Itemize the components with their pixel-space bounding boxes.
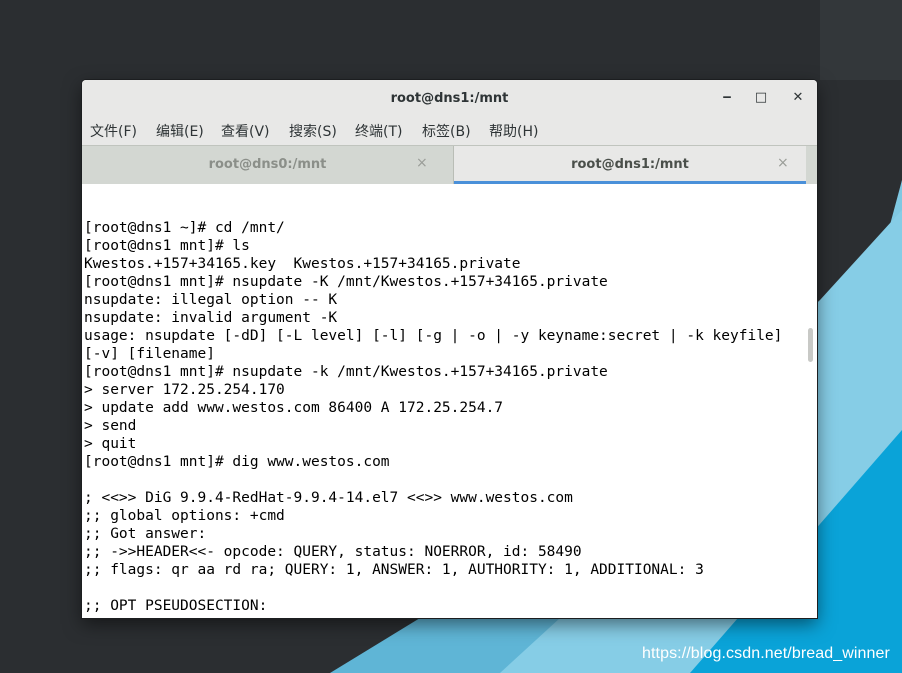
title-bar: root@dns1:/mnt ‒ □ ✕ [82, 80, 817, 118]
menu-terminal[interactable]: 终端(T) [355, 121, 402, 141]
tab-bar: root@dns0:/mnt × root@dns1:/mnt × [82, 145, 817, 185]
terminal-line: ;; flags: qr aa rd ra; QUERY: 1, ANSWER:… [84, 562, 704, 578]
tab-close-icon[interactable]: × [416, 155, 428, 171]
terminal-line: [root@dns1 mnt]# ls [84, 238, 250, 254]
terminal-line: > send [84, 418, 137, 434]
tab-close-icon[interactable]: × [777, 155, 789, 171]
terminal-window: root@dns1:/mnt ‒ □ ✕ 文件(F) 编辑(E) 查看(V) 搜… [82, 80, 817, 618]
terminal-output: [root@dns1 ~]# cd /mnt/ [root@dns1 mnt]#… [84, 219, 782, 615]
terminal-line: [root@dns1 mnt]# nsupdate -k /mnt/Kwesto… [84, 364, 608, 380]
menu-file[interactable]: 文件(F) [90, 121, 137, 141]
window-title: root@dns1:/mnt [390, 91, 509, 106]
menu-help[interactable]: 帮助(H) [489, 121, 538, 141]
tab-dns1[interactable]: root@dns1:/mnt × [453, 146, 806, 184]
terminal-line: nsupdate: invalid argument -K [84, 310, 338, 326]
terminal-line: [-v] [filename] [84, 346, 215, 362]
tab-label: root@dns1:/mnt [571, 157, 689, 172]
menu-tabs[interactable]: 标签(B) [422, 121, 471, 141]
terminal-line: Kwestos.+157+34165.key Kwestos.+157+3416… [84, 256, 521, 272]
menu-bar: 文件(F) 编辑(E) 查看(V) 搜索(S) 终端(T) 标签(B) 帮助(H… [82, 118, 817, 145]
terminal-line: ;; Got answer: [84, 526, 207, 542]
terminal-line: [root@dns1 mnt]# dig www.westos.com [84, 454, 390, 470]
tab-label: root@dns0:/mnt [208, 157, 327, 172]
scrollbar-thumb[interactable] [808, 328, 813, 362]
terminal-line: usage: nsupdate [-dD] [-L level] [-l] [-… [84, 328, 783, 344]
terminal-line: [root@dns1 mnt]# nsupdate -K /mnt/Kwesto… [84, 274, 608, 290]
terminal-line: [root@dns1 ~]# cd /mnt/ [84, 220, 285, 236]
terminal-line: ; <<>> DiG 9.9.4-RedHat-9.9.4-14.el7 <<>… [84, 490, 573, 506]
terminal-line: ;; global options: +cmd [84, 508, 285, 524]
terminal-line: > server 172.25.254.170 [84, 382, 285, 398]
menu-edit[interactable]: 编辑(E) [156, 121, 204, 141]
terminal-line: nsupdate: illegal option -- K [84, 292, 338, 308]
watermark-url: https://blog.csdn.net/bread_winner [641, 645, 890, 662]
menu-search[interactable]: 搜索(S) [289, 121, 337, 141]
terminal-area[interactable]: [root@dns1 ~]# cd /mnt/ [root@dns1 mnt]#… [82, 184, 817, 618]
terminal-line: > quit [84, 436, 137, 452]
minimize-button[interactable]: ‒ [718, 89, 736, 107]
maximize-button[interactable]: □ [752, 89, 770, 107]
close-button[interactable]: ✕ [789, 89, 807, 107]
terminal-line: ;; OPT PSEUDOSECTION: [84, 598, 268, 614]
terminal-line: ;; ->>HEADER<<- opcode: QUERY, status: N… [84, 544, 582, 560]
tab-dns0[interactable]: root@dns0:/mnt × [82, 146, 453, 184]
terminal-line: > update add www.westos.com 86400 A 172.… [84, 400, 504, 416]
menu-view[interactable]: 查看(V) [221, 121, 270, 141]
